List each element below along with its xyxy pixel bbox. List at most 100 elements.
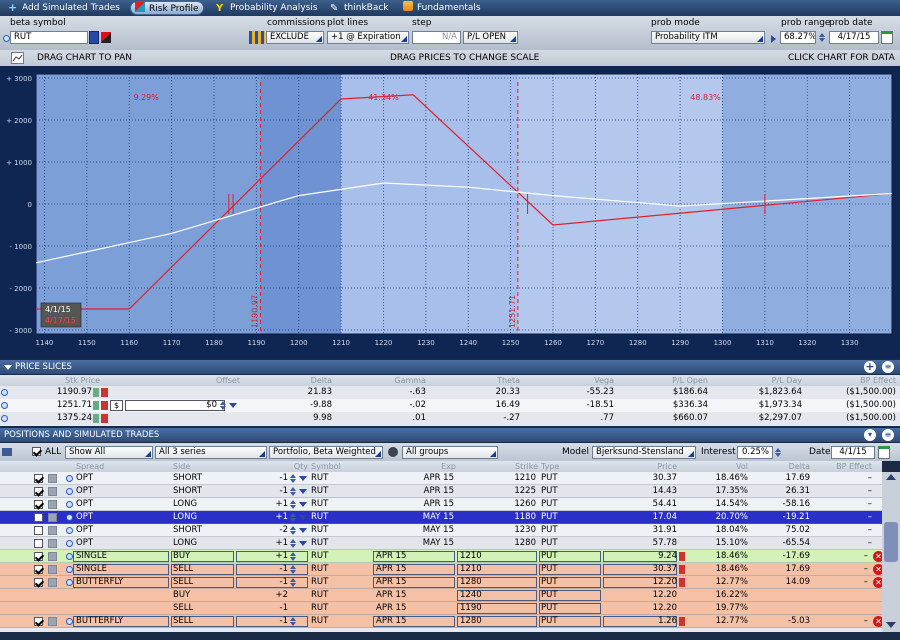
qty-dropdown-icon[interactable] [299, 476, 307, 481]
grid-icon[interactable] [249, 31, 265, 44]
row-checkbox[interactable] [34, 578, 43, 587]
pl-mode-dropdown[interactable]: P/L OPEN [463, 31, 518, 44]
scroll-thumb[interactable] [884, 522, 898, 562]
portfolio-dropdown[interactable]: Portfolio, Beta Weighted [269, 446, 383, 459]
price-lock-icon[interactable] [679, 578, 685, 587]
collapse-all-icon[interactable]: ▾ [864, 429, 876, 441]
qty-dropdown-icon[interactable] [299, 489, 307, 494]
position-row[interactable]: ✕ BUTTERFLY SELL -1 RUT APR 15 1280 PUT 12.20 12.… [0, 576, 882, 589]
positions-scrollbar[interactable] [882, 472, 900, 632]
row-info-icon[interactable] [66, 527, 73, 534]
positions-header[interactable]: POSITIONS AND SIMULATED TRADES ▾ ≡ [0, 428, 900, 442]
play-icon[interactable] [771, 35, 776, 43]
qty-stepper[interactable] [290, 486, 297, 497]
positions-menu-icon[interactable]: ≡ [882, 429, 894, 441]
position-row[interactable]: BUY +2 RUT APR 15 1240 PUT 12.20 16.22% [0, 589, 882, 602]
qty-stepper[interactable] [290, 525, 297, 536]
chart-settings-icon[interactable] [11, 52, 24, 64]
row-checkbox[interactable] [34, 474, 43, 483]
row-flag-icon[interactable] [48, 474, 57, 483]
remove-slice-icon[interactable] [101, 401, 108, 410]
slice-offset[interactable]: $0 [125, 399, 217, 412]
position-row[interactable]: SELL -1 RUT APR 15 1190 PUT 12.20 19.77% [0, 602, 882, 615]
position-row[interactable]: OPT LONG +1 RUT MAY 15 1280 PUT 57.78 15.10% -65.… [0, 537, 882, 550]
tab-risk-profile[interactable]: Risk Profile [130, 1, 204, 15]
row-info-icon[interactable] [66, 501, 73, 508]
remove-slice-icon[interactable] [101, 388, 108, 397]
row-flag-icon[interactable] [48, 539, 57, 548]
row-flag-icon[interactable] [48, 565, 57, 574]
remove-slice-icon[interactable] [101, 414, 108, 423]
color-picker-icon[interactable] [101, 32, 111, 43]
beta-symbol-input[interactable]: RUT [10, 31, 88, 44]
show-filter-dropdown[interactable]: Show All [65, 446, 153, 459]
row-checkbox[interactable] [34, 500, 43, 509]
row-info-icon[interactable] [66, 618, 73, 625]
row-flag-icon[interactable] [48, 500, 57, 509]
groups-dropdown[interactable]: All groups [402, 446, 498, 459]
row-flag-icon[interactable] [48, 578, 57, 587]
row-checkbox[interactable] [34, 552, 43, 561]
row-checkbox[interactable] [34, 617, 43, 626]
row-info-icon[interactable] [66, 579, 73, 586]
qty-stepper[interactable] [290, 538, 297, 549]
delete-trade-icon[interactable]: ✕ [873, 577, 882, 588]
qty-stepper[interactable] [290, 512, 297, 523]
delete-trade-icon[interactable]: ✕ [873, 564, 882, 575]
calendar-icon[interactable] [881, 31, 893, 44]
position-row[interactable]: ✕ BUTTERFLY SELL -1 RUT APR 15 1280 PUT 1.26 12.7… [0, 615, 882, 628]
row-checkbox[interactable] [34, 539, 43, 548]
slice-price[interactable]: 1190.97 [10, 386, 92, 399]
tab-probability-analysis[interactable]: Y Probability Analysis [212, 1, 323, 15]
qty-dropdown-icon[interactable] [299, 515, 307, 520]
qty-dropdown-icon[interactable] [299, 528, 307, 533]
prob-date-input[interactable]: 4/17/15 [829, 31, 879, 44]
expand-icon[interactable] [2, 448, 12, 456]
row-flag-icon[interactable] [48, 487, 57, 496]
row-info-icon[interactable] [66, 475, 73, 482]
row-checkbox[interactable] [34, 513, 43, 522]
risk-profile-chart[interactable]: + 3000 + 2000 + 1000 0 - 1000 - 2000 - 3000 114… [0, 66, 900, 358]
price-lock-icon[interactable] [679, 552, 685, 561]
interest-input[interactable]: 0.25% [737, 446, 773, 459]
symbol-lookup-button[interactable] [89, 31, 99, 44]
series-filter-dropdown[interactable]: All 3 series [155, 446, 267, 459]
qty-stepper[interactable] [290, 551, 297, 562]
commissions-dropdown[interactable]: EXCLUDE [266, 31, 324, 44]
qty-stepper[interactable] [290, 564, 297, 575]
qty-dropdown-icon[interactable] [299, 541, 307, 546]
slice-offset[interactable] [125, 386, 217, 399]
position-row[interactable]: OPT LONG +1 RUT APR 15 1260 PUT 54.41 14.54% -58.… [0, 498, 882, 511]
position-row[interactable]: ✕ SINGLE SELL -1 RUT APR 15 1210 PUT 30.37 18.46%… [0, 563, 882, 576]
row-info-icon[interactable] [66, 540, 73, 547]
offset-stepper[interactable] [220, 400, 227, 411]
row-flag-icon[interactable] [48, 617, 57, 626]
tab-thinkback[interactable]: ✎ thinkBack [326, 1, 394, 15]
qty-stepper[interactable] [290, 577, 297, 588]
price-slice-row[interactable]: 1375.24 9.98 .01 -.27 .77 $660.07 $2,297.07 ($1… [0, 412, 900, 425]
date-calendar-icon[interactable] [878, 446, 890, 459]
row-info-icon[interactable] [66, 566, 73, 573]
date-input[interactable]: 4/1/15 [831, 446, 875, 459]
menu-icon[interactable]: ≡ [882, 361, 894, 373]
price-lock-icon[interactable] [679, 617, 685, 626]
price-lock-icon[interactable] [679, 565, 685, 574]
collapse-icon[interactable] [4, 365, 12, 370]
step-input[interactable]: N/A [412, 31, 461, 44]
qty-stepper[interactable] [290, 499, 297, 510]
qty-dropdown-icon[interactable] [299, 502, 307, 507]
slice-pin-icon[interactable] [1, 402, 8, 409]
price-slices-header[interactable]: PRICE SLICES + ≡ [0, 360, 900, 374]
position-row[interactable]: OPT SHORT -1 RUT APR 15 1210 PUT 30.37 18.46% 17.… [0, 472, 882, 485]
row-info-icon[interactable] [66, 488, 73, 495]
all-checkbox[interactable] [32, 447, 41, 456]
add-slice-icon[interactable]: + [864, 361, 876, 373]
row-checkbox[interactable] [34, 565, 43, 574]
link-icon[interactable] [3, 35, 10, 42]
row-info-icon[interactable] [66, 553, 73, 560]
scroll-down-icon[interactable] [886, 622, 896, 628]
row-checkbox[interactable] [34, 487, 43, 496]
lock-icon[interactable] [93, 401, 99, 410]
qty-stepper[interactable] [290, 616, 297, 627]
position-row[interactable]: ✕ SINGLE BUY +1 RUT APR 15 1210 PUT 9.24 18.46% -1… [0, 550, 882, 563]
